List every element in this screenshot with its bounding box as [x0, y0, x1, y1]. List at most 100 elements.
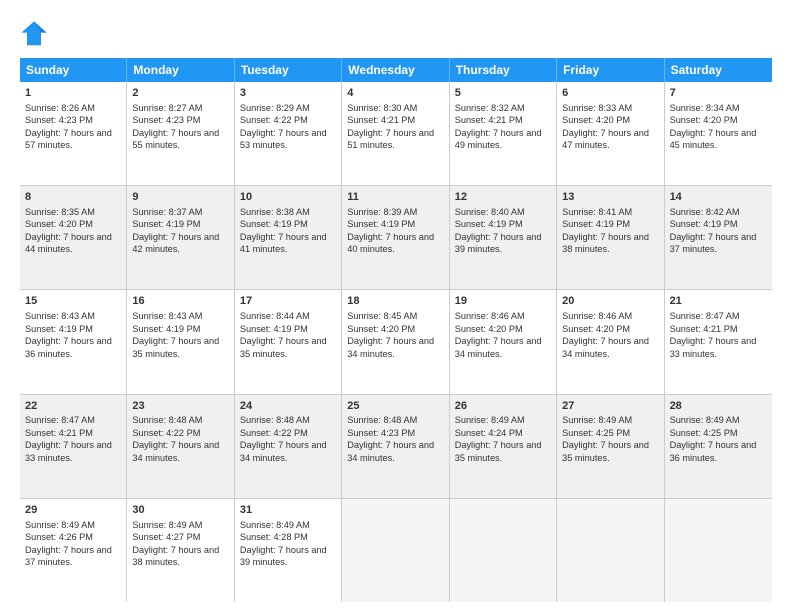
calendar-body: 1Sunrise: 8:26 AMSunset: 4:23 PMDaylight… — [20, 82, 772, 602]
sunrise-text: Sunrise: 8:46 AM — [562, 311, 632, 321]
header-day-friday: Friday — [557, 58, 664, 82]
day-number: 12 — [455, 190, 551, 205]
sunset-text: Sunset: 4:20 PM — [347, 324, 415, 334]
daylight-text: Daylight: 7 hours and 51 minutes. — [347, 128, 434, 150]
daylight-text: Daylight: 7 hours and 35 minutes. — [455, 440, 542, 462]
sunset-text: Sunset: 4:19 PM — [240, 324, 308, 334]
header-day-sunday: Sunday — [20, 58, 127, 82]
empty-cell — [450, 499, 557, 602]
daylight-text: Daylight: 7 hours and 38 minutes. — [562, 232, 649, 254]
sunrise-text: Sunrise: 8:49 AM — [25, 520, 95, 530]
day-number: 9 — [132, 190, 228, 205]
sunset-text: Sunset: 4:19 PM — [132, 324, 200, 334]
calendar-week-3: 15Sunrise: 8:43 AMSunset: 4:19 PMDayligh… — [20, 290, 772, 394]
sunrise-text: Sunrise: 8:35 AM — [25, 207, 95, 217]
day-number: 8 — [25, 190, 121, 205]
sunrise-text: Sunrise: 8:43 AM — [25, 311, 95, 321]
sunset-text: Sunset: 4:23 PM — [347, 428, 415, 438]
day-number: 14 — [670, 190, 767, 205]
day-number: 29 — [25, 503, 121, 518]
day-cell-12: 12Sunrise: 8:40 AMSunset: 4:19 PMDayligh… — [450, 186, 557, 289]
sunrise-text: Sunrise: 8:39 AM — [347, 207, 417, 217]
day-number: 22 — [25, 399, 121, 414]
sunrise-text: Sunrise: 8:44 AM — [240, 311, 310, 321]
day-cell-16: 16 Sunrise: 8:43 AM Sunset: 4:19 PM Dayligh… — [127, 290, 234, 393]
sunset-text: Sunset: 4:21 PM — [455, 115, 523, 125]
sunrise-text: Sunrise: 8:49 AM — [240, 520, 310, 530]
sunrise-text: Sunrise: 8:48 AM — [240, 415, 310, 425]
day-cell-13: 13Sunrise: 8:41 AMSunset: 4:19 PMDayligh… — [557, 186, 664, 289]
header — [20, 16, 772, 48]
daylight-text: Daylight: 7 hours and 35 minutes. — [132, 336, 219, 358]
day-number: 13 — [562, 190, 658, 205]
day-number: 30 — [132, 503, 228, 518]
daylight-text: Daylight: 7 hours and 45 minutes. — [670, 128, 757, 150]
header-day-tuesday: Tuesday — [235, 58, 342, 82]
daylight-text: Daylight: 7 hours and 34 minutes. — [132, 440, 219, 462]
day-number: 3 — [240, 86, 336, 101]
day-cell-6: 6Sunrise: 8:33 AMSunset: 4:20 PMDaylight… — [557, 82, 664, 185]
sunrise-text: Sunrise: 8:32 AM — [455, 103, 525, 113]
header-day-saturday: Saturday — [665, 58, 772, 82]
day-cell-19: 19Sunrise: 8:46 AMSunset: 4:20 PMDayligh… — [450, 290, 557, 393]
sunset-text: Sunset: 4:23 PM — [132, 115, 200, 125]
daylight-text: Daylight: 7 hours and 36 minutes. — [25, 336, 112, 358]
day-cell-23: 23Sunrise: 8:48 AMSunset: 4:22 PMDayligh… — [127, 395, 234, 498]
daylight-text: Daylight: 7 hours and 39 minutes. — [240, 545, 327, 567]
sunset-text: Sunset: 4:19 PM — [562, 219, 630, 229]
day-cell-11: 11Sunrise: 8:39 AMSunset: 4:19 PMDayligh… — [342, 186, 449, 289]
sunrise-text: Sunrise: 8:34 AM — [670, 103, 740, 113]
daylight-text: Daylight: 7 hours and 53 minutes. — [240, 128, 327, 150]
day-cell-20: 20Sunrise: 8:46 AMSunset: 4:20 PMDayligh… — [557, 290, 664, 393]
calendar-week-2: 8 Sunrise: 8:35 AM Sunset: 4:20 PM Daylight… — [20, 186, 772, 290]
day-number: 27 — [562, 399, 658, 414]
day-number: 16 — [132, 294, 228, 309]
sunset-text: Sunset: 4:20 PM — [455, 324, 523, 334]
sunset-text: Sunset: 4:26 PM — [25, 532, 93, 542]
daylight-text: Daylight: 7 hours and 35 minutes. — [562, 440, 649, 462]
daylight-text: Daylight: 7 hours and 34 minutes. — [562, 336, 649, 358]
day-cell-25: 25Sunrise: 8:48 AMSunset: 4:23 PMDayligh… — [342, 395, 449, 498]
sunset-text: Sunset: 4:27 PM — [132, 532, 200, 542]
sunset-text: Sunset: 4:20 PM — [25, 219, 93, 229]
sunset-text: Sunset: 4:28 PM — [240, 532, 308, 542]
daylight-text: Daylight: 7 hours and 39 minutes. — [455, 232, 542, 254]
day-cell-9: 9Sunrise: 8:37 AMSunset: 4:19 PMDaylight… — [127, 186, 234, 289]
day-number: 5 — [455, 86, 551, 101]
sunrise-text: Sunrise: 8:49 AM — [132, 520, 202, 530]
calendar-week-1: 1Sunrise: 8:26 AMSunset: 4:23 PMDaylight… — [20, 82, 772, 186]
daylight-text: Daylight: 7 hours and 44 minutes. — [25, 232, 112, 254]
sunset-text: Sunset: 4:24 PM — [455, 428, 523, 438]
daylight-text: Daylight: 7 hours and 38 minutes. — [132, 545, 219, 567]
daylight-text: Daylight: 7 hours and 55 minutes. — [132, 128, 219, 150]
day-cell-4: 4Sunrise: 8:30 AMSunset: 4:21 PMDaylight… — [342, 82, 449, 185]
day-number: 28 — [670, 399, 767, 414]
sunrise-text: Sunrise: 8:47 AM — [25, 415, 95, 425]
calendar: SundayMondayTuesdayWednesdayThursdayFrid… — [20, 58, 772, 602]
sunrise-text: Sunrise: 8:38 AM — [240, 207, 310, 217]
daylight-text: Daylight: 7 hours and 49 minutes. — [455, 128, 542, 150]
daylight-text: Daylight: 7 hours and 47 minutes. — [562, 128, 649, 150]
daylight-text: Daylight: 7 hours and 41 minutes. — [240, 232, 327, 254]
daylight-text: Daylight: 7 hours and 34 minutes. — [455, 336, 542, 358]
calendar-header: SundayMondayTuesdayWednesdayThursdayFrid… — [20, 58, 772, 82]
daylight-text: Daylight: 7 hours and 36 minutes. — [670, 440, 757, 462]
day-number: 25 — [347, 399, 443, 414]
day-cell-28: 28Sunrise: 8:49 AMSunset: 4:25 PMDayligh… — [665, 395, 772, 498]
day-number: 18 — [347, 294, 443, 309]
sunset-text: Sunset: 4:25 PM — [562, 428, 630, 438]
day-number: 2 — [132, 86, 228, 101]
day-cell-1: 1Sunrise: 8:26 AMSunset: 4:23 PMDaylight… — [20, 82, 127, 185]
day-number: 17 — [240, 294, 336, 309]
day-number: 31 — [240, 503, 336, 518]
sunset-text: Sunset: 4:22 PM — [240, 115, 308, 125]
day-cell-22: 22Sunrise: 8:47 AMSunset: 4:21 PMDayligh… — [20, 395, 127, 498]
day-cell-29: 29Sunrise: 8:49 AMSunset: 4:26 PMDayligh… — [20, 499, 127, 602]
sunrise-text: Sunrise: 8:46 AM — [455, 311, 525, 321]
day-cell-18: 18Sunrise: 8:45 AMSunset: 4:20 PMDayligh… — [342, 290, 449, 393]
daylight-text: Daylight: 7 hours and 34 minutes. — [347, 336, 434, 358]
day-cell-26: 26Sunrise: 8:49 AMSunset: 4:24 PMDayligh… — [450, 395, 557, 498]
header-day-monday: Monday — [127, 58, 234, 82]
day-number: 20 — [562, 294, 658, 309]
sunrise-text: Sunrise: 8:43 AM — [132, 311, 202, 321]
